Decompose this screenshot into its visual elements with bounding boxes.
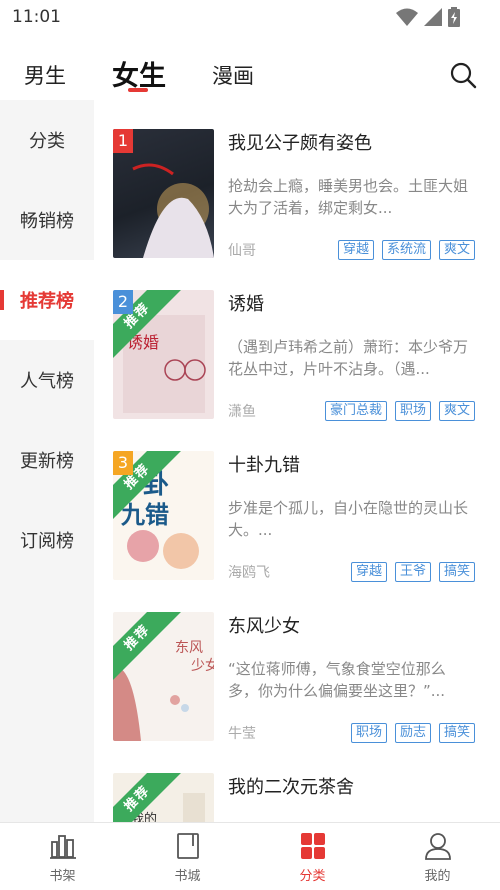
book-item[interactable]: 东风 少女 推荐 东风少女 “这位蒋师傅，气象食堂空位那么多，你为什么偏偏要坐这… — [94, 583, 500, 744]
book-tags: 穿越 王爷 搞笑 — [350, 562, 475, 582]
svg-text:九错: 九错 — [120, 501, 169, 529]
rank-badge: 3 — [113, 451, 133, 475]
sidebar-item-recommended[interactable]: 推荐榜 — [0, 260, 94, 340]
sidebar-item-label: 订阅榜 — [20, 531, 74, 552]
book-author: 潇鱼 — [228, 404, 256, 420]
status-time: 11:01 — [12, 7, 61, 27]
book-description: 抢劫会上瘾，睡美男也会。土匪大姐大为了活着，绑定剩女... — [228, 177, 469, 217]
nav-category[interactable]: 分类 — [250, 823, 375, 890]
book-description: （遇到卢玮希之前）萧珩：本少爷万花丛中过，片叶不沾身。（遇... — [228, 338, 469, 378]
book-tags: 职场 励志 搞笑 — [350, 723, 475, 743]
book-tags: 穿越 系统流 爽文 — [337, 240, 475, 260]
sidebar-item-popular[interactable]: 人气榜 — [0, 340, 94, 420]
status-icons — [396, 7, 460, 27]
sidebar-item-label: 人气榜 — [20, 371, 74, 392]
book-author: 仙哥 — [228, 243, 256, 259]
tab-male[interactable]: 男生 — [24, 60, 66, 90]
nav-bookshelf[interactable]: 书架 — [0, 823, 125, 890]
signal-icon — [424, 8, 442, 26]
sidebar-item-updated[interactable]: 更新榜 — [0, 420, 94, 500]
user-icon — [425, 833, 451, 860]
nav-label: 书架 — [49, 869, 76, 884]
search-icon[interactable] — [449, 61, 477, 89]
tag[interactable]: 爽文 — [438, 401, 475, 421]
tag[interactable]: 穿越 — [350, 562, 387, 582]
sidebar: 分类 畅销榜 推荐榜 人气榜 更新榜 订阅榜 — [0, 100, 94, 822]
book-tags: 豪门总裁 职场 爽文 — [324, 401, 475, 421]
svg-text:东风: 东风 — [175, 640, 203, 656]
tag[interactable]: 搞笑 — [438, 562, 475, 582]
tag[interactable]: 搞笑 — [438, 723, 475, 743]
rank-badge: 1 — [113, 129, 133, 153]
top-tabs: 男生 女生 漫画 — [0, 50, 500, 100]
book-item[interactable]: 我的 推荐 我的二次元茶舍 — [94, 744, 500, 822]
book-cover[interactable]: 1 推荐 — [113, 129, 214, 258]
sidebar-item-bestseller[interactable]: 畅销榜 — [0, 180, 94, 260]
book-description: 步准是个孤儿，自小在隐世的灵山长大。... — [228, 499, 469, 539]
tag[interactable]: 系统流 — [381, 240, 431, 260]
book-item[interactable]: 1 推荐 我见公子颇有姿色 抢劫会上瘾，睡美男也会。土匪大姐大为了活着，绑定剩女… — [94, 100, 500, 261]
tag[interactable]: 穿越 — [337, 240, 374, 260]
tag[interactable]: 励志 — [394, 723, 431, 743]
book-cover[interactable]: 我的 推荐 — [113, 773, 214, 822]
book-author: 海鸥飞 — [228, 565, 270, 581]
book-cover[interactable]: 卦 九错 3 推荐 — [113, 451, 214, 580]
book-author: 牛莹 — [228, 726, 256, 742]
book-list: 1 推荐 我见公子颇有姿色 抢劫会上瘾，睡美男也会。土匪大姐大为了活着，绑定剩女… — [94, 100, 500, 822]
nav-bookstore[interactable]: 书城 — [125, 823, 250, 890]
book-cover[interactable]: 诱婚 2 推荐 — [113, 290, 214, 419]
svg-text:少女: 少女 — [191, 657, 214, 674]
sidebar-item-label: 分类 — [29, 131, 65, 152]
book-title[interactable]: 十卦九错 — [228, 451, 300, 477]
rank-badge: 2 — [113, 290, 133, 314]
sidebar-item-subscribed[interactable]: 订阅榜 — [0, 500, 94, 580]
book-title[interactable]: 诱婚 — [228, 290, 264, 316]
tab-comics[interactable]: 漫画 — [212, 60, 254, 90]
status-bar: 11:01 — [0, 0, 500, 36]
bookshelf-icon — [50, 835, 76, 859]
category-grid-icon — [301, 833, 325, 859]
book-title[interactable]: 我的二次元茶舍 — [228, 773, 354, 799]
nav-profile[interactable]: 我的 — [375, 823, 500, 890]
book-icon — [177, 833, 199, 859]
nav-label: 我的 — [424, 869, 451, 884]
sidebar-item-label: 推荐榜 — [20, 291, 74, 312]
battery-icon — [448, 7, 460, 27]
nav-label: 分类 — [299, 869, 326, 884]
book-item[interactable]: 诱婚 2 推荐 诱婚 （遇到卢玮希之前）萧珩：本少爷万花丛中过，片叶不沾身。（遇… — [94, 261, 500, 422]
book-item[interactable]: 卦 九错 3 推荐 十卦九错 步准是个孤儿，自小在隐世的灵山长大。... 海鸥飞… — [94, 422, 500, 583]
active-marker — [0, 290, 4, 310]
sidebar-item-category[interactable]: 分类 — [0, 100, 94, 180]
tag[interactable]: 职场 — [394, 401, 431, 421]
book-title[interactable]: 东风少女 — [228, 612, 300, 638]
tag[interactable]: 职场 — [350, 723, 387, 743]
tag[interactable]: 王爷 — [394, 562, 431, 582]
tag[interactable]: 爽文 — [438, 240, 475, 260]
sidebar-item-label: 更新榜 — [20, 451, 74, 472]
book-cover[interactable]: 东风 少女 推荐 — [113, 612, 214, 741]
nav-label: 书城 — [174, 869, 201, 884]
active-tab-indicator — [128, 88, 148, 92]
wifi-icon — [396, 8, 418, 26]
book-description: “这位蒋师傅，气象食堂空位那么多，你为什么偏偏要坐这里？”... — [228, 660, 446, 700]
tag[interactable]: 豪门总裁 — [324, 401, 387, 421]
book-title[interactable]: 我见公子颇有姿色 — [228, 129, 372, 155]
bottom-nav: 书架 书城 分类 我的 — [0, 822, 500, 889]
sidebar-item-label: 畅销榜 — [20, 211, 74, 232]
